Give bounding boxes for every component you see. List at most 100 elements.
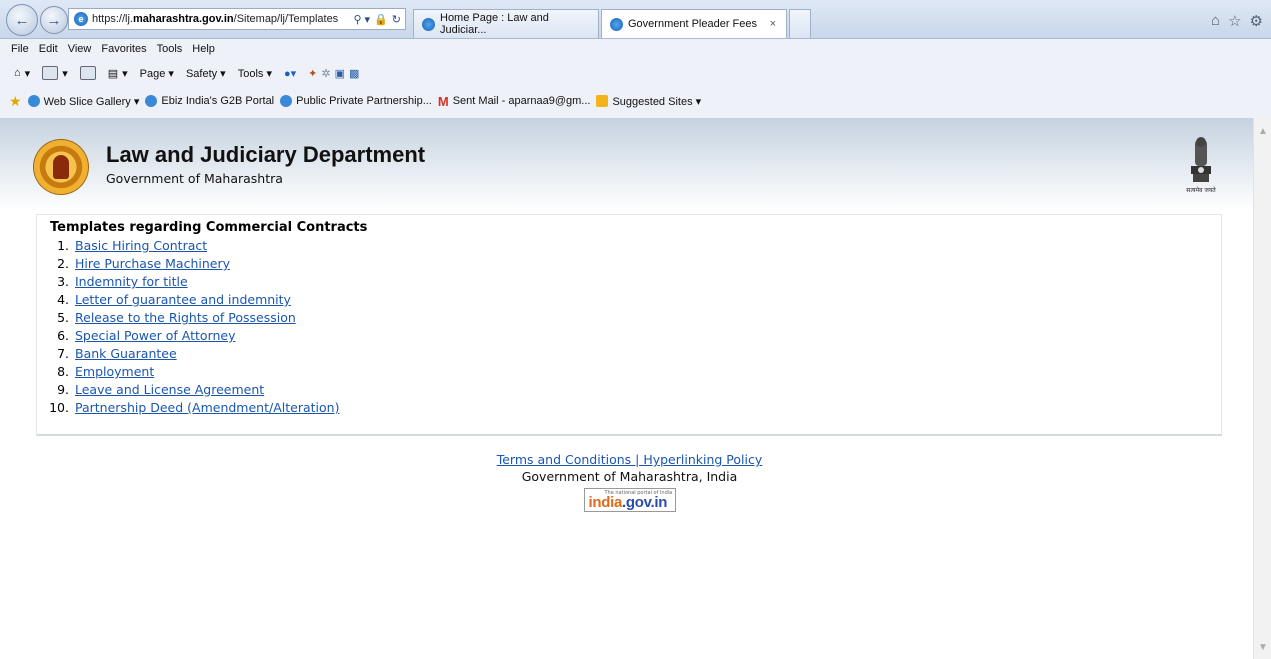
site-header: Law and Judiciary Department Government … [0, 118, 1253, 210]
favorite-ebiz-portal[interactable]: Ebiz India's G2B Portal [145, 95, 274, 107]
feed-icon [42, 66, 59, 80]
favorites-star-icon[interactable]: ★ [9, 93, 22, 110]
home-button[interactable]: ⌂ ▾ [14, 67, 30, 80]
menu-view[interactable]: View [68, 43, 92, 55]
arrow-left-icon: ← [14, 11, 30, 29]
print-icon: ▤ [107, 67, 119, 80]
menu-favorites[interactable]: Favorites [101, 43, 146, 55]
mail-button[interactable] [79, 66, 96, 80]
safety-menu-button[interactable]: Safety ▾ [186, 67, 226, 80]
footer-policy-links[interactable]: Terms and Conditions | Hyperlinking Poli… [0, 452, 1259, 467]
tab-strip: ← → e https://lj.maharashtra.gov.in/Site… [0, 0, 1271, 39]
help-button[interactable]: ●▾ [284, 67, 296, 80]
menu-edit[interactable]: Edit [39, 43, 58, 55]
list-item: 5. Release to the Rights of Possession [57, 310, 296, 325]
ie-icon [145, 95, 158, 107]
page-subtitle: Government of Maharashtra [106, 171, 283, 186]
menu-tools[interactable]: Tools [157, 43, 183, 55]
ie-icon [27, 95, 40, 107]
chevron-down-icon: ▾ [62, 67, 68, 80]
tab-home-page[interactable]: Home Page : Law and Judiciar... [413, 9, 599, 38]
home-icon: ⌂ [14, 67, 21, 79]
page-title: Law and Judiciary Department [106, 142, 426, 167]
arrow-right-icon: → [46, 11, 62, 29]
tab-label: Home Page : Law and Judiciar... [440, 12, 549, 36]
translate-icon: ▣ [334, 67, 345, 80]
favorite-web-slice-gallery[interactable]: Web Slice Gallery ▾ [27, 95, 139, 108]
emblem-motto: सत्यमेव जयते [1186, 187, 1216, 194]
list-item: 1. Basic Hiring Contract [57, 238, 208, 253]
new-tab-button[interactable] [789, 9, 811, 38]
menu-file[interactable]: File [11, 43, 29, 55]
templates-list: 1. Basic Hiring Contract 2. Hire Purchase … [38, 237, 339, 417]
favorite-suggested-sites[interactable]: Suggested Sites ▾ [596, 95, 701, 108]
favorites-star-icon[interactable]: ☆ [1228, 12, 1241, 30]
toolbar-extra-buttons[interactable]: ✦ ✲ ▣ ▩ [308, 67, 359, 80]
onenote-icon: ▩ [348, 67, 360, 80]
list-item: 8. Employment [57, 364, 155, 379]
ie-icon [422, 17, 435, 31]
print-button[interactable]: ▤ ▾ [108, 67, 128, 80]
templates-panel: Templates regarding Commercial Contracts… [36, 214, 1222, 436]
page-viewport: Law and Judiciary Department Government … [0, 118, 1253, 659]
ie-icon [280, 95, 293, 107]
favorite-ppp[interactable]: Public Private Partnership... [280, 95, 432, 107]
tab-label: Government Pleader Fees [628, 18, 758, 30]
bing-icon [596, 95, 609, 107]
page-menu-button[interactable]: Page ▾ [140, 67, 174, 80]
close-tab-icon[interactable]: × [770, 18, 776, 30]
national-emblem-logo: सत्यमेव जयते [1178, 136, 1224, 198]
command-bar: ⌂ ▾ ▾ ▤ ▾ Page ▾ Safety ▾ Tools ▾ ●▾ ✦ ✲ ▣ ▩ [0, 62, 1271, 84]
india-gov-logo[interactable]: The national portal of India india.gov.i… [583, 488, 676, 512]
scroll-up-icon[interactable]: ▲ [1258, 126, 1268, 137]
list-item: 9. Leave and License Agreement [57, 382, 265, 397]
tab-government-pleader-fees[interactable]: Government Pleader Fees × [601, 9, 787, 38]
template-link-release-rights-possession[interactable]: Release to the Rights of Possession [75, 310, 296, 325]
template-link-letter-of-guarantee[interactable]: Letter of guarantee and indemnity [75, 292, 291, 307]
ie-icon [610, 17, 623, 31]
list-item: 4. Letter of guarantee and indemnity [57, 292, 291, 307]
tools-menu-button[interactable]: Tools ▾ [238, 67, 272, 80]
template-link-employment[interactable]: Employment [75, 364, 154, 379]
template-link-hire-purchase-machinery[interactable]: Hire Purchase Machinery [75, 256, 230, 271]
feeds-button[interactable]: ▾ [42, 66, 68, 80]
list-item: 7. Bank Guarantee [57, 346, 177, 361]
maharashtra-seal-logo [34, 140, 88, 194]
address-url[interactable]: https://lj.maharashtra.gov.in/Sitemap/lj… [92, 13, 342, 25]
list-item: 10. Partnership Deed (Amendment/Alteratio… [49, 400, 340, 415]
home-icon[interactable]: ⌂ [1211, 12, 1220, 30]
refresh-icon[interactable]: ↻ [392, 13, 401, 26]
ie-icon: e [74, 12, 88, 26]
address-bar[interactable]: e https://lj.maharashtra.gov.in/Sitemap/… [68, 8, 406, 30]
back-button[interactable]: ← [6, 4, 38, 36]
gear-icon[interactable]: ⚙ [1250, 12, 1263, 30]
gmail-icon: M [437, 93, 449, 109]
template-link-leave-and-license[interactable]: Leave and License Agreement [75, 382, 264, 397]
footer-government: Government of Maharashtra, India [521, 469, 738, 484]
template-link-special-power-of-attorney[interactable]: Special Power of Attorney [75, 328, 236, 343]
lock-icon[interactable]: 🔒 [374, 13, 388, 26]
forward-button[interactable]: → [40, 6, 68, 34]
template-link-bank-guarantee[interactable]: Bank Guarantee [75, 346, 177, 361]
help-icon: ●▾ [283, 67, 297, 80]
vertical-scrollbar[interactable]: ▲ ▼ [1253, 118, 1271, 659]
list-item: 6. Special Power of Attorney [57, 328, 236, 343]
template-link-basic-hiring-contract[interactable]: Basic Hiring Contract [75, 238, 207, 253]
site-footer: Terms and Conditions | Hyperlinking Poli… [0, 452, 1259, 515]
mail-icon [79, 66, 96, 80]
menu-help[interactable]: Help [192, 43, 215, 55]
menu-bar: File Edit View Favorites Tools Help [0, 39, 1271, 59]
favorites-bar: ★ Web Slice Gallery ▾ Ebiz India's G2B P… [0, 91, 1271, 111]
research-icon: ✦ [308, 67, 318, 80]
search-icon[interactable]: ⚲ ▾ [353, 13, 370, 26]
list-item: 3. Indemnity for title [57, 274, 188, 289]
list-item: 2. Hire Purchase Machinery [57, 256, 230, 271]
chevron-down-icon: ▾ [122, 67, 128, 80]
scroll-down-icon[interactable]: ▼ [1258, 642, 1268, 653]
section-heading: Templates regarding Commercial Contracts [50, 220, 368, 235]
browser-chrome: ← → e https://lj.maharashtra.gov.in/Site… [0, 0, 1271, 119]
favorite-sent-mail[interactable]: M Sent Mail - aparnaa9@gm... [438, 94, 591, 109]
chevron-down-icon: ▾ [24, 67, 31, 80]
template-link-partnership-deed[interactable]: Partnership Deed (Amendment/Alteration) [75, 400, 339, 415]
template-link-indemnity-for-title[interactable]: Indemnity for title [75, 274, 188, 289]
